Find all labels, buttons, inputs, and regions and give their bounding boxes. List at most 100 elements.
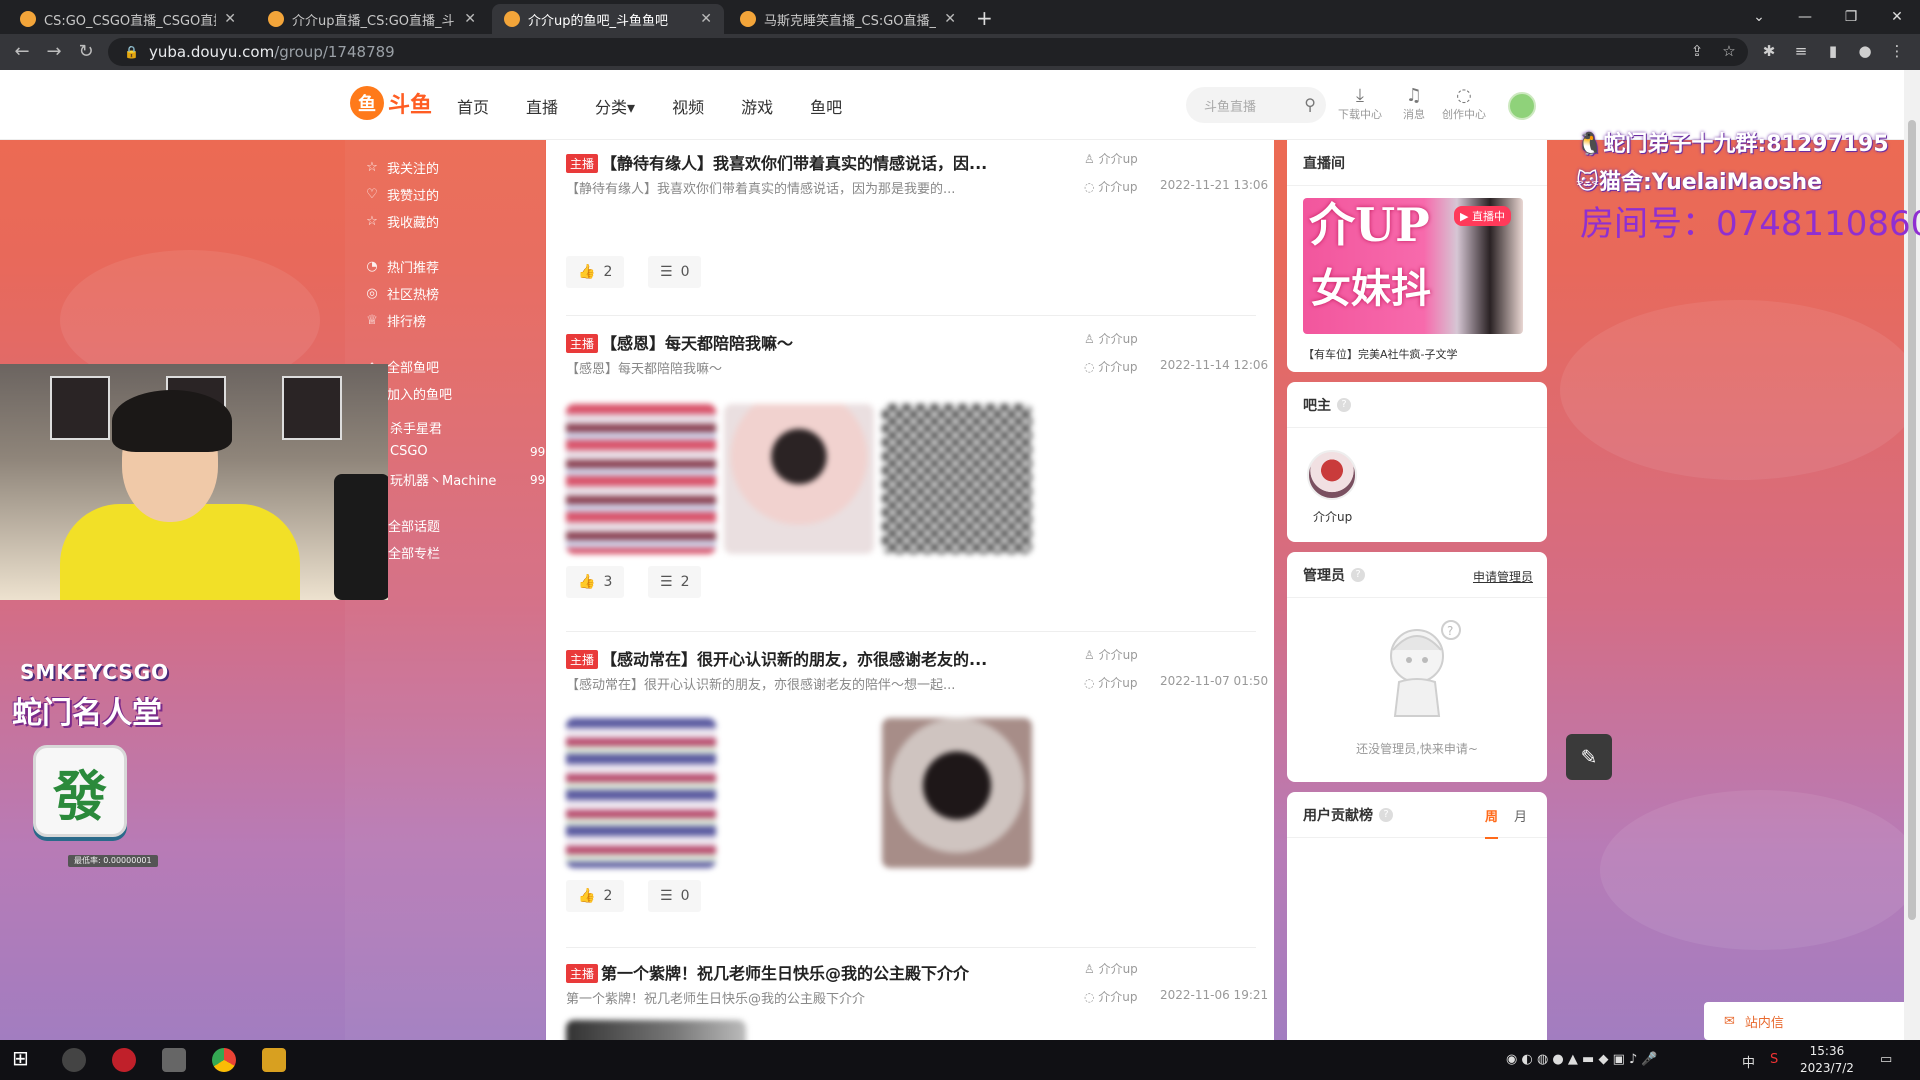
nav-all-topics[interactable]: 全部话题 [388,516,440,535]
post-source[interactable]: ◌ 介介up [1084,674,1138,691]
nav-all-columns[interactable]: 全部专栏 [388,543,440,562]
search-input[interactable]: 斗鱼直播 ⚲ [1186,87,1326,123]
ime-indicator[interactable]: 中 [1742,1052,1755,1071]
browser-tab-2[interactable]: 介介up直播_CS:GO直播_斗 ✕ [256,4,488,34]
nav-ranking[interactable]: ♕ 排行榜 [365,311,426,330]
tab-month[interactable]: 月 [1514,806,1527,839]
post-image[interactable] [566,718,716,868]
help-icon[interactable]: ? [1351,567,1365,582]
post-item[interactable]: 主播 【感恩】每天都陪陪我嘛～ 【感恩】每天都陪陪我嘛～ ♙ 介介up ◌ 介介… [566,330,1268,632]
post-source[interactable]: ◌ 介介up [1084,178,1138,195]
messages-button[interactable]: ♫ 消息 [1390,86,1438,122]
post-image[interactable] [566,404,716,554]
post-image[interactable] [724,404,874,554]
post-item[interactable]: 主播 【静待有缘人】我喜欢你们带着真实的情感说话，因... 【静待有缘人】我喜欢… [566,150,1268,316]
post-source[interactable]: ◌ 介介up [1084,988,1138,1005]
post-title[interactable]: 【感恩】每天都陪陪我嘛～ [601,330,793,354]
address-bar[interactable]: 🔒 yuba.douyu.com/group/1748789 [108,38,1748,66]
clock[interactable]: 15:36 2023/7/2 [1800,1043,1854,1077]
close-tab-icon[interactable]: ✕ [700,11,712,27]
post-image[interactable] [566,1020,746,1040]
help-icon[interactable]: ? [1379,807,1393,822]
post-title[interactable]: 第一个紫牌！祝几老师生日快乐@我的公主殿下介介 [601,960,969,984]
post-author[interactable]: ♙ 介介up [1084,150,1138,167]
sidepanel-icon[interactable]: ▮ [1822,42,1844,60]
app-icon[interactable] [162,1048,186,1072]
post-image[interactable] [882,718,1032,868]
windows-start-icon[interactable]: ⊞ [12,1046,36,1070]
tab-search-icon[interactable]: ⌄ [1736,0,1782,34]
csgo-icon[interactable] [262,1048,286,1072]
comment-button[interactable]: ☰ 2 [648,566,702,598]
post-author[interactable]: ♙ 介介up [1084,646,1138,663]
nav-group-killer[interactable]: 杀手星君 [390,418,442,437]
nav-group-machine[interactable]: 玩机器丶Machine 99 [390,470,545,490]
close-tab-icon[interactable]: ✕ [464,11,476,27]
live-thumbnail[interactable]: 介UP 女妹抖 ▶ 直播中 [1303,198,1523,334]
site-message-button[interactable]: ✉ 站内信 [1704,1002,1920,1040]
notification-icon[interactable]: ▭ [1880,1052,1892,1067]
post-author[interactable]: ♙ 介介up [1084,330,1138,347]
user-avatar[interactable] [1508,92,1536,120]
douyu-logo[interactable]: 鱼 斗鱼 [350,86,432,120]
reload-icon[interactable]: ↻ [74,41,98,62]
browser-tab-3[interactable]: 介介up的鱼吧_斗鱼鱼吧 ✕ [492,4,724,34]
nav-category[interactable]: 分类▾ [595,94,635,118]
like-button[interactable]: 👍 3 [566,566,625,598]
browser-tab-1[interactable]: CS:GO_CSGO直播_CSGO直播视 ✕ [8,4,248,34]
nav-home[interactable]: 首页 [457,94,489,118]
nav-community-hot[interactable]: ◎ 社区热榜 [365,284,439,303]
search-icon[interactable]: ⚲ [1304,95,1316,114]
post-title[interactable]: 【静待有缘人】我喜欢你们带着真实的情感说话，因... [601,150,987,174]
download-center-button[interactable]: ⤓ 下载中心 [1336,86,1384,122]
comment-button[interactable]: ☰ 0 [648,880,702,912]
nav-yuba[interactable]: 鱼吧 [810,94,842,118]
apply-admin-link[interactable]: 申请管理员 [1473,568,1533,585]
creator-center-button[interactable]: ◌ 创作中心 [1440,86,1488,122]
steam-app-icon[interactable] [62,1048,86,1072]
media-icon[interactable]: ≡ [1790,42,1812,60]
share-icon[interactable]: ⇪ [1686,42,1708,60]
close-tab-icon[interactable]: ✕ [944,11,956,27]
post-author[interactable]: ♙ 介介up [1084,960,1138,977]
like-button[interactable]: 👍 2 [566,880,625,912]
help-icon[interactable]: ? [1337,397,1351,412]
nav-games[interactable]: 游戏 [741,94,773,118]
extensions-icon[interactable]: ✱ [1758,42,1780,60]
nav-video[interactable]: 视频 [672,94,704,118]
nav-live[interactable]: 直播 [526,94,558,118]
nav-following[interactable]: ☆ 我关注的 [365,158,439,177]
nav-favorites[interactable]: ☆ 我收藏的 [365,212,439,231]
post-item[interactable]: 主播 【感动常在】很开心认识新的朋友，亦很感谢老友的... 【感动常在】很开心认… [566,646,1268,948]
post-title[interactable]: 【感动常在】很开心认识新的朋友，亦很感谢老友的... [601,646,987,670]
browser-tab-4[interactable]: 马斯克睡笑直播_CS:GO直播_斗 ✕ [728,4,968,34]
minimize-button[interactable]: — [1782,0,1828,34]
like-button[interactable]: 👍 2 [566,256,625,288]
tab-week[interactable]: 周 [1484,806,1498,839]
live-caption[interactable]: 【有车位】完美A社牛疯-子文学 [1303,346,1458,362]
forward-icon[interactable]: → [42,41,66,62]
new-tab-button[interactable]: + [976,6,993,30]
owner-name[interactable]: 介介up [1313,508,1352,525]
restore-button[interactable]: ❐ [1828,0,1874,34]
netease-music-icon[interactable] [112,1048,136,1072]
close-tab-icon[interactable]: ✕ [224,11,236,27]
compose-post-button[interactable]: ✎ [1566,734,1612,780]
nav-group-csgo[interactable]: CSGO 99 [390,444,545,459]
nav-hot[interactable]: ◔ 热门推荐 [365,257,439,276]
close-window-button[interactable]: ✕ [1874,0,1920,34]
post-image[interactable] [882,404,1032,554]
lock-icon[interactable]: 🔒 [124,45,139,59]
sougou-icon[interactable]: S [1770,1052,1778,1067]
back-icon[interactable]: ← [10,41,34,62]
comment-button[interactable]: ☰ 0 [648,256,702,288]
profile-icon[interactable]: ● [1854,42,1876,60]
chrome-icon[interactable] [212,1048,236,1072]
nav-liked[interactable]: ♡ 我赞过的 [365,185,439,204]
menu-icon[interactable]: ⋮ [1886,42,1908,60]
post-item[interactable]: 主播 第一个紫牌！祝几老师生日快乐@我的公主殿下介介 第一个紫牌！祝几老师生日快… [566,960,1268,1040]
tray-icons[interactable]: ◉ ◐ ◍ ● ▲ ▬ ◆ ▣ ♪ 🎤 [1506,1052,1658,1067]
post-source[interactable]: ◌ 介介up [1084,358,1138,375]
owner-avatar[interactable] [1307,450,1357,500]
bookmark-star-icon[interactable]: ☆ [1718,42,1740,60]
